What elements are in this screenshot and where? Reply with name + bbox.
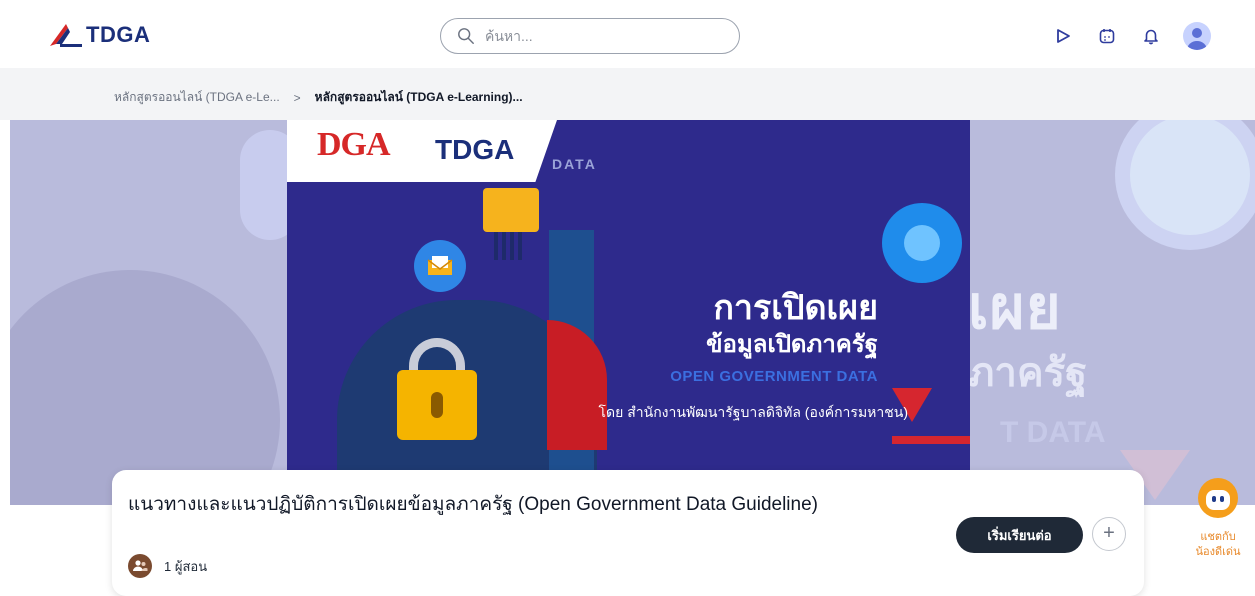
user-avatar[interactable] [1183,22,1211,50]
tdga-logo[interactable]: TDGA [48,22,150,48]
barcode-icon [494,232,522,260]
course-instructors[interactable]: 1 ผู้สอน [128,554,207,578]
logo-mark-icon [50,24,82,47]
mail-icon [414,240,466,292]
instructors-count: 1 ผู้สอน [164,558,208,574]
user-icon [1187,28,1207,50]
chatbot-eye [1212,496,1216,502]
banner-title-line2: ข้อมูลเปิดภาครัฐ [706,330,878,358]
chatbot-face [1206,490,1230,510]
chatbot-eye [1220,496,1224,502]
dga-logo: DGA [317,126,391,163]
breadcrumb-item-current: หลักสูตรออนไลน์ (TDGA e-Learning)... [314,90,523,104]
instructors-icon [128,554,152,578]
banner-by-line: โดย สำนักงานพัฒนารัฐบาลดิจิทัล (องค์การม… [598,404,908,420]
search-icon [458,28,474,44]
course-title: แนวทางและแนวปฏิบัติการเปิดเผยข้อมูลภาครั… [128,494,818,515]
banner-circle-inner [904,225,940,261]
play-icon[interactable] [1051,24,1075,48]
keyhole-icon [431,392,443,418]
banner-title-en: OPEN GOVERNMENT DATA [670,368,878,385]
breadcrumb-separator: > [293,90,301,105]
header-actions [1051,22,1211,50]
course-info-card: แนวทางและแนวปฏิบัติการเปิดเผยข้อมูลภาครั… [112,470,1144,596]
breadcrumb: หลักสูตรออนไลน์ (TDGA e-Le... > หลักสูตร… [114,88,523,107]
search-input[interactable] [485,28,705,44]
hero-bg-circle-right-inner [1130,120,1250,235]
breadcrumb-bar: หลักสูตรออนไลน์ (TDGA e-Le... > หลักสูตร… [0,68,1255,120]
banner-bar [892,436,970,444]
logo-text: TDGA [86,22,151,47]
search-bar[interactable] [440,18,740,54]
chatbot-label-line2: น้องดีเด่น [1195,546,1241,558]
chatbot-label-line1: แชตกับ [1200,531,1236,543]
banner-data-tag: DATA [552,156,597,172]
bell-icon[interactable] [1139,24,1163,48]
breadcrumb-item-parent[interactable]: หลักสูตรออนไลน์ (TDGA e-Le... [114,88,280,107]
hero-bg-text: ภาครัฐ [968,350,1088,396]
continue-learning-button[interactable]: เริ่มเรียนต่อ [956,517,1083,553]
chatbot-launcher[interactable]: แชตกับ น้องดีเด่น [1188,478,1248,560]
hero-bg-text: T DATA [1000,416,1106,449]
chatbot-label: แชตกับ น้องดีเด่น [1188,530,1248,560]
top-header: TDGA [0,0,1255,68]
banner-shape [547,320,607,450]
add-button[interactable]: + [1092,517,1126,551]
folder-icon [483,188,539,232]
chatbot-avatar-icon [1198,478,1238,518]
course-banner-image: DGA TDGA DATA การเปิดเผย ข้อมูลเปิดภาครั… [287,120,970,470]
tdga-banner-logo: TDGA [435,134,515,165]
calendar-icon[interactable] [1095,24,1119,48]
